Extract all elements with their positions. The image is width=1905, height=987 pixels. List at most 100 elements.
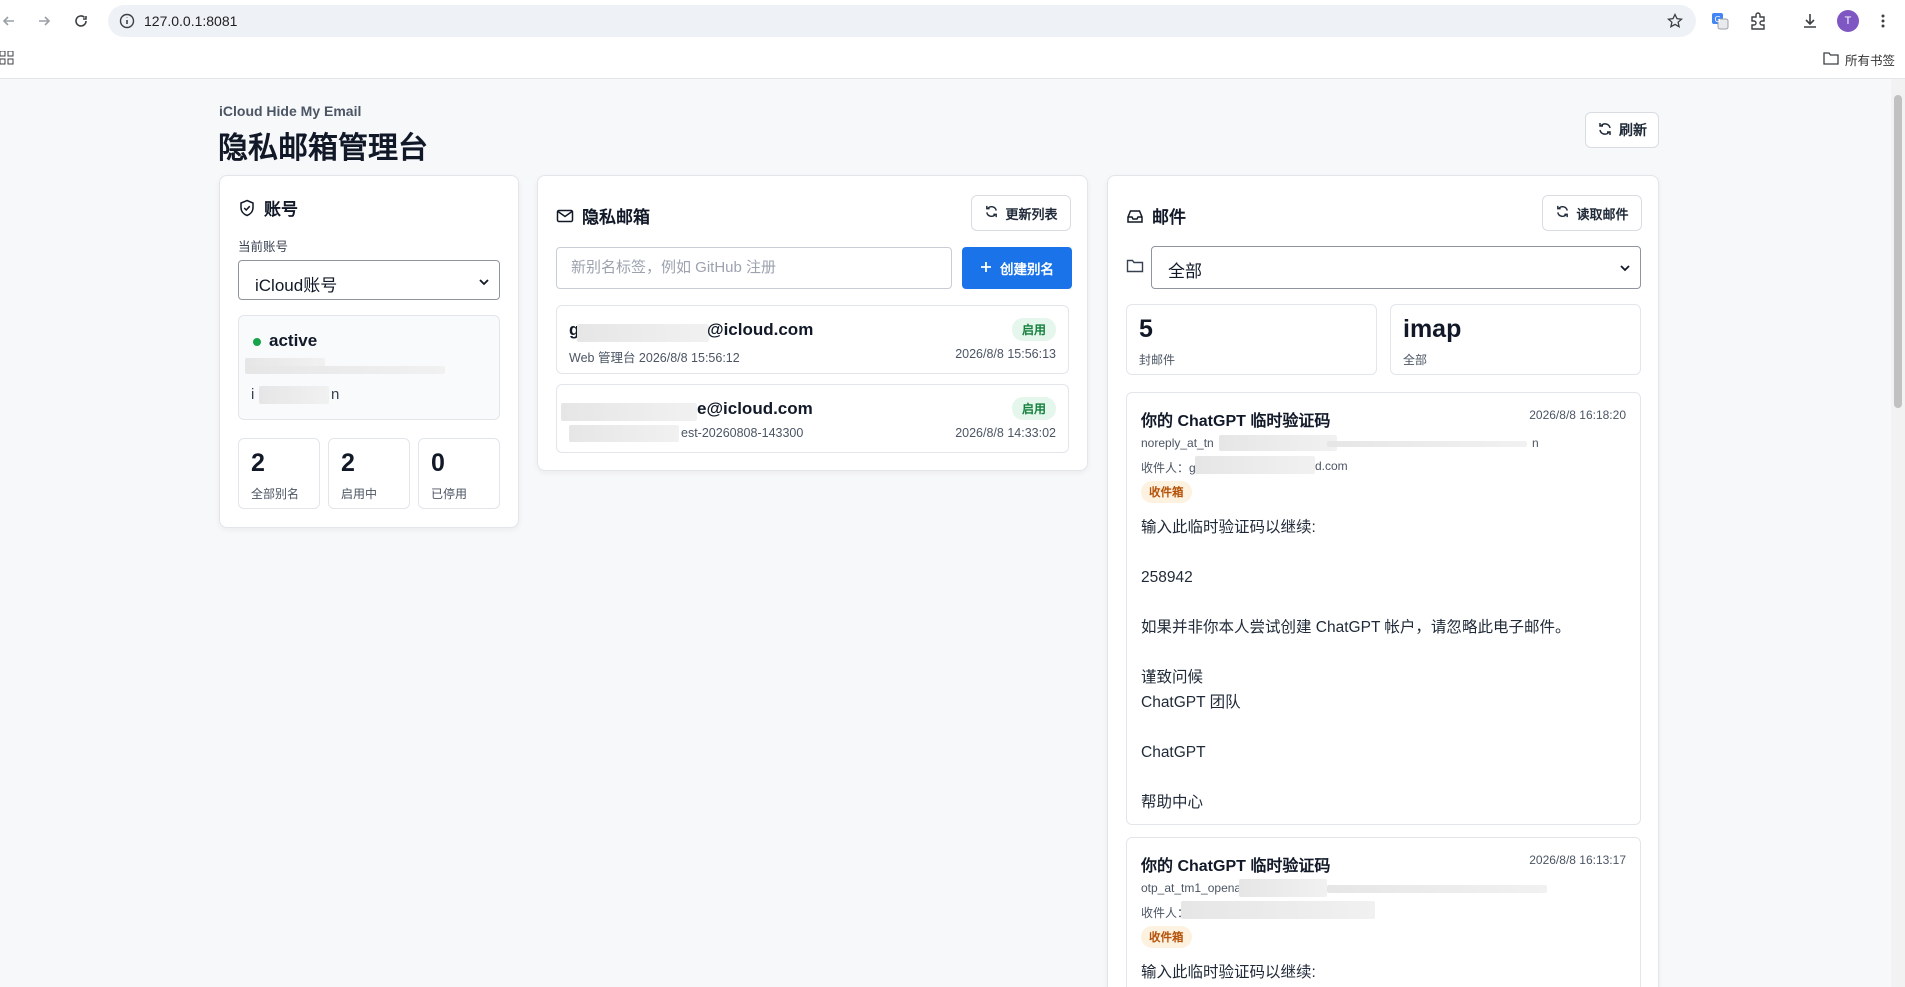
bookmark-star-icon[interactable] bbox=[1666, 12, 1684, 30]
redacted-block bbox=[1327, 885, 1547, 893]
read-mail-button[interactable]: 读取邮件 bbox=[1542, 195, 1642, 231]
create-alias-button[interactable]: 创建别名 bbox=[962, 247, 1072, 289]
aliases-title-text: 隐私邮箱 bbox=[582, 208, 650, 227]
mail-from: otp_at_tm1_openai bbox=[1141, 881, 1244, 895]
stat-total-aliases: 2 全部别名 bbox=[238, 438, 320, 509]
chevron-down-icon bbox=[477, 274, 491, 288]
url-text: 127.0.0.1:8081 bbox=[144, 13, 238, 29]
account-select[interactable]: iCloud账号 bbox=[238, 260, 500, 300]
translate-icon[interactable]: G bbox=[1709, 10, 1731, 32]
stat-label: 启用中 bbox=[341, 487, 378, 501]
aliases-card-title: 隐私邮箱 bbox=[556, 203, 650, 228]
mail-subject: 你的 ChatGPT 临时验证码 bbox=[1141, 413, 1331, 430]
stat-value: imap bbox=[1403, 315, 1462, 343]
alias-label-input[interactable]: 新别名标签，例如 GitHub 注册 bbox=[556, 247, 952, 289]
back-icon[interactable] bbox=[0, 9, 21, 33]
menu-dots-icon[interactable] bbox=[1872, 10, 1894, 32]
profile-avatar[interactable]: T bbox=[1837, 10, 1859, 32]
address-bar[interactable]: 127.0.0.1:8081 bbox=[108, 5, 1696, 37]
account-card-title: 账号 bbox=[238, 195, 298, 220]
account-id-start: i bbox=[251, 386, 255, 403]
refresh-button[interactable]: 刷新 bbox=[1585, 112, 1659, 148]
mail-card-title: 邮件 bbox=[1126, 203, 1186, 228]
page-scrollbar[interactable] bbox=[1891, 79, 1905, 987]
redacted-block bbox=[259, 386, 329, 404]
mail-from-end: n bbox=[1532, 436, 1539, 450]
alias-item[interactable]: e@icloud.com 启用 ( est-20260808-143300 20… bbox=[556, 384, 1069, 453]
redacted-block bbox=[1219, 435, 1337, 451]
refresh-icon bbox=[1555, 204, 1570, 222]
mail-message[interactable]: 你的 ChatGPT 临时验证码 2026/8/8 16:13:17 otp_a… bbox=[1126, 837, 1641, 987]
refresh-icon bbox=[984, 204, 999, 222]
site-info-icon[interactable] bbox=[118, 12, 136, 30]
folder-badge: 收件箱 bbox=[1141, 481, 1192, 503]
stat-label: 已停用 bbox=[431, 487, 468, 501]
page-title: 隐私邮箱管理台 bbox=[218, 132, 428, 165]
apps-grid-icon[interactable] bbox=[0, 50, 14, 65]
stat-mail-source: imap 全部 bbox=[1390, 304, 1641, 375]
status-dot-icon bbox=[253, 338, 261, 346]
redacted-block bbox=[577, 324, 709, 342]
extensions-icon[interactable] bbox=[1747, 10, 1769, 32]
account-status: active bbox=[269, 331, 318, 350]
mail-time: 2026/8/8 16:13:17 bbox=[1529, 853, 1626, 867]
current-account-label: 当前账号 bbox=[238, 240, 289, 254]
mail-icon bbox=[556, 207, 574, 225]
stat-label: 封邮件 bbox=[1139, 353, 1176, 367]
mail-message[interactable]: 你的 ChatGPT 临时验证码 2026/8/8 16:18:20 norep… bbox=[1126, 392, 1641, 825]
stat-disabled-aliases: 0 已停用 bbox=[418, 438, 500, 509]
account-id-end: n bbox=[331, 386, 340, 403]
create-alias-label: 创建别名 bbox=[1000, 262, 1054, 277]
stat-label: 全部别名 bbox=[251, 487, 300, 501]
brand-subtitle: iCloud Hide My Email bbox=[219, 103, 362, 119]
stat-label: 全部 bbox=[1403, 353, 1428, 367]
forward-icon[interactable] bbox=[32, 9, 56, 33]
scrollbar-thumb[interactable] bbox=[1894, 95, 1902, 408]
read-mail-label: 读取邮件 bbox=[1576, 206, 1629, 222]
alias-item[interactable]: g @icloud.com 启用 Web 管理台 2026/8/8 15:56:… bbox=[556, 305, 1069, 374]
bookmarks-bar: 所有书签 bbox=[0, 42, 1905, 79]
reload-icon[interactable] bbox=[69, 9, 93, 33]
account-status-box: active i n bbox=[238, 315, 500, 420]
aliases-card: 隐私邮箱 更新列表 新别名标签，例如 GitHub 注册 创建别名 g @icl… bbox=[537, 175, 1088, 471]
stat-value: 2 bbox=[341, 449, 355, 477]
alias-email: @icloud.com bbox=[707, 320, 814, 339]
mail-to-end: d.com bbox=[1315, 459, 1348, 473]
refresh-label: 刷新 bbox=[1619, 122, 1647, 138]
status-badge: 启用 bbox=[1011, 397, 1056, 420]
inbox-icon bbox=[1126, 207, 1144, 225]
stat-value: 0 bbox=[431, 449, 445, 477]
account-select-value: iCloud账号 bbox=[255, 276, 338, 295]
redacted-block bbox=[1327, 441, 1527, 447]
all-bookmarks-label: 所有书签 bbox=[1844, 54, 1895, 68]
account-title-text: 账号 bbox=[264, 200, 298, 219]
redacted-block bbox=[1195, 456, 1315, 474]
stat-value: 2 bbox=[251, 449, 265, 477]
update-list-button[interactable]: 更新列表 bbox=[971, 195, 1071, 231]
mail-subject: 你的 ChatGPT 临时验证码 bbox=[1141, 858, 1331, 875]
browser-toolbar: 127.0.0.1:8081 G T bbox=[0, 0, 1905, 42]
redacted-block bbox=[1239, 879, 1327, 897]
all-bookmarks[interactable]: 所有书签 bbox=[1823, 50, 1895, 69]
folder-select[interactable]: 全部 bbox=[1151, 246, 1641, 289]
mail-title-text: 邮件 bbox=[1152, 208, 1186, 227]
alias-note: est-20260808-143300 bbox=[681, 426, 804, 440]
mail-to: 收件人：g bbox=[1141, 461, 1196, 475]
svg-text:G: G bbox=[1715, 15, 1721, 24]
stat-mail-count: 5 封邮件 bbox=[1126, 304, 1377, 375]
shield-check-icon bbox=[238, 199, 256, 217]
mail-from: noreply_at_tn bbox=[1141, 436, 1214, 450]
update-list-label: 更新列表 bbox=[1005, 206, 1058, 222]
mail-card: 邮件 读取邮件 全部 5 封邮件 imap 全部 你的 ChatGPT 临时验证… bbox=[1107, 175, 1659, 987]
plus-icon bbox=[980, 261, 992, 276]
download-icon[interactable] bbox=[1799, 10, 1821, 32]
mail-body: 输入此临时验证码以继续: bbox=[1141, 964, 1316, 981]
folder-icon bbox=[1126, 258, 1144, 276]
mail-body: 输入此临时验证码以继续: 258942 如果并非你本人尝试创建 ChatGPT … bbox=[1141, 519, 1571, 811]
alias-created-time: 2026/8/8 15:56:13 bbox=[955, 347, 1056, 361]
account-card: 账号 当前账号 iCloud账号 active i n 2 全部别名 2 启用中… bbox=[219, 175, 519, 528]
chevron-down-icon bbox=[1618, 260, 1632, 274]
alias-note: Web 管理台 2026/8/8 15:56:12 bbox=[569, 351, 740, 365]
redacted-block bbox=[245, 366, 445, 374]
folder-select-value: 全部 bbox=[1168, 262, 1202, 281]
